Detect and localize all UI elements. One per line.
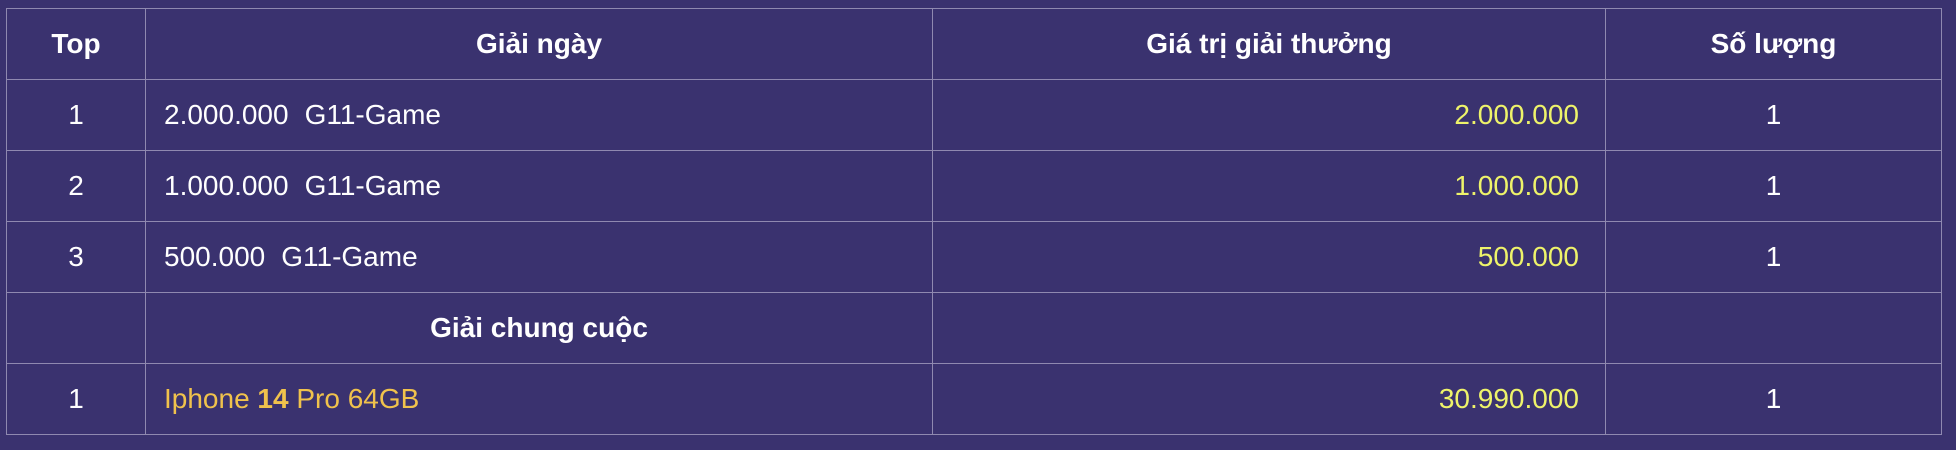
prize-name-post: Pro 64GB [288,383,420,414]
prize-amount: 1.000.000 [164,170,289,201]
rank-cell: 1 [6,79,146,151]
prize-value-cell: 1.000.000 [932,150,1606,222]
empty-cell [932,292,1606,364]
game-name: G11-Game [304,99,441,130]
rank-cell: 3 [6,221,146,293]
prize-value-cell: 30.990.000 [932,363,1606,435]
daily-prize-cell: 500.000 G11-Game [145,221,933,293]
header-prize-value: Giá trị giải thưởng [932,8,1606,80]
header-quantity: Số lượng [1605,8,1942,80]
game-name: G11-Game [304,170,441,201]
game-name: G11-Game [281,241,418,272]
section-header-row: Giải chung cuộc [6,292,1942,364]
prize-name-model: 14 [257,383,289,414]
table-row: 1 2.000.000 G11-Game 2.000.000 1 [6,79,1942,151]
table-row: 2 1.000.000 G11-Game 1.000.000 1 [6,150,1942,222]
empty-cell [1605,292,1942,364]
table-row: 3 500.000 G11-Game 500.000 1 [6,221,1942,293]
prize-value-cell: 2.000.000 [932,79,1606,151]
daily-prize-cell: 2.000.000 G11-Game [145,79,933,151]
quantity-cell: 1 [1605,363,1942,435]
prize-value-cell: 500.000 [932,221,1606,293]
prize-amount: 2.000.000 [164,99,289,130]
table-row: 1 Iphone 14 Pro 64GB 30.990.000 1 [6,363,1942,435]
quantity-cell: 1 [1605,150,1942,222]
quantity-cell: 1 [1605,221,1942,293]
empty-cell [6,292,146,364]
header-daily-prize: Giải ngày [145,8,933,80]
final-prize-section-title: Giải chung cuộc [145,292,933,364]
header-top: Top [6,8,146,80]
prize-name-pre: Iphone [164,383,258,414]
rank-cell: 1 [6,363,146,435]
prize-table-container: Top Giải ngày Giá trị giải thưởng Số lượ… [6,8,1942,435]
final-prize-cell: Iphone 14 Pro 64GB [145,363,933,435]
table-header-row: Top Giải ngày Giá trị giải thưởng Số lượ… [6,8,1942,80]
prize-table: Top Giải ngày Giá trị giải thưởng Số lượ… [6,8,1942,435]
daily-prize-cell: 1.000.000 G11-Game [145,150,933,222]
quantity-cell: 1 [1605,79,1942,151]
prize-amount: 500.000 [164,241,266,272]
rank-cell: 2 [6,150,146,222]
